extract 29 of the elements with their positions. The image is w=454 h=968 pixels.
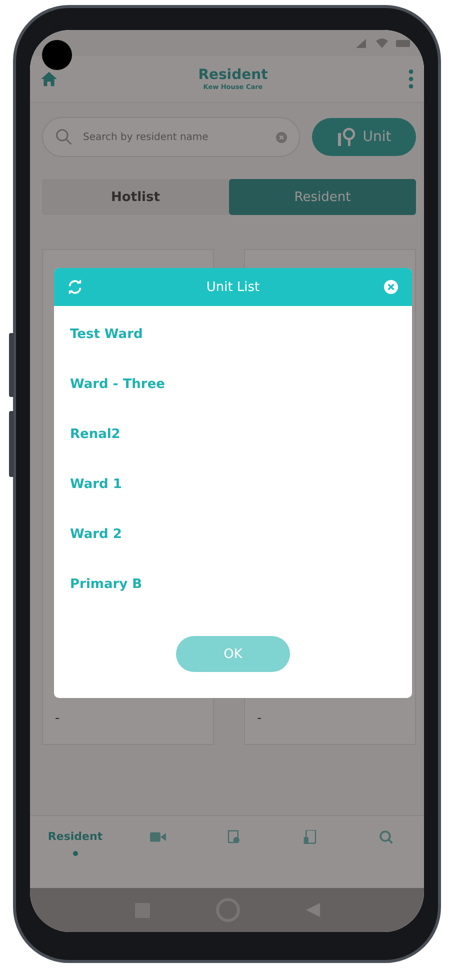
unit-item[interactable]: Ward - Three [70,376,165,394]
card-value: - [257,711,262,726]
back-button[interactable] [306,903,320,917]
video-camera-icon[interactable] [150,830,166,844]
refresh-icon[interactable] [68,280,82,294]
tablet-icon[interactable] [302,830,318,844]
home-icon[interactable] [40,71,58,87]
card-value: - [55,711,60,726]
search-field[interactable]: Search by resident name [81,130,268,144]
tab[interactable]: Hotlist [42,179,229,215]
pin-icon [336,127,357,147]
header-title: Resident [198,67,268,83]
ok-button[interactable]: OK [176,636,290,672]
more-icon[interactable] [408,69,414,89]
unit-button[interactable]: Unit [312,118,416,156]
search-icon [55,128,73,146]
search-icon[interactable] [378,830,394,844]
dialog-title: Unit List [205,280,261,294]
unit-item[interactable]: Primary B [70,576,142,594]
unit-item[interactable]: Renal2 [70,426,120,444]
active-dot [72,851,78,856]
unit-item[interactable]: Test Ward [70,326,143,344]
document-icon[interactable] [226,830,242,844]
unit-item[interactable]: Ward 2 [70,526,122,544]
tab[interactable]: Resident [229,179,416,215]
unit-item[interactable]: Ward 1 [70,476,122,494]
close-icon[interactable] [384,280,398,294]
clear-icon[interactable] [276,132,287,142]
nav-tab[interactable]: Resident [48,830,103,843]
